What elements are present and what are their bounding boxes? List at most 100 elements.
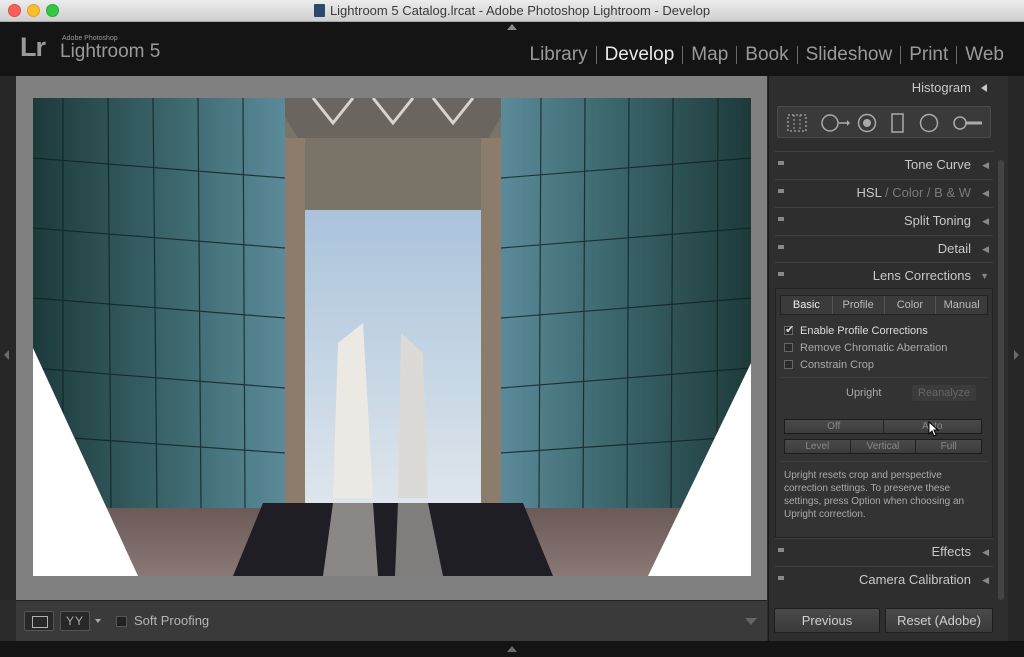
camera-calibration-label: Camera Calibration xyxy=(859,572,971,587)
soft-proofing-checkbox[interactable] xyxy=(116,616,127,627)
spot-removal-icon[interactable] xyxy=(820,113,850,133)
hsl-tab[interactable]: HSL xyxy=(857,185,882,200)
enable-profile-row[interactable]: ✔ Enable Profile Corrections xyxy=(784,324,928,337)
tab-color[interactable]: Color xyxy=(885,296,937,314)
image-canvas[interactable] xyxy=(16,76,767,600)
before-after-button[interactable]: YY xyxy=(60,611,90,631)
module-print[interactable]: Print xyxy=(901,44,956,66)
right-panel-toggle-icon[interactable] xyxy=(1014,350,1019,360)
module-library[interactable]: Library xyxy=(522,44,596,66)
expand-triangle-icon: ◀ xyxy=(982,216,989,226)
lightroom-window: Lightroom 5 Catalog.lrcat - Adobe Photos… xyxy=(0,0,1024,657)
upright-level-button[interactable]: Level xyxy=(785,440,851,453)
detail-header[interactable]: Detail ◀ xyxy=(775,235,993,261)
bw-tab[interactable]: B & W xyxy=(934,185,971,200)
lr-logo: Lr xyxy=(20,32,46,62)
panel-scrollbar[interactable] xyxy=(998,160,1004,600)
detail-label: Detail xyxy=(937,241,971,256)
radial-filter-icon[interactable] xyxy=(918,113,940,133)
collapse-triangle-icon[interactable] xyxy=(981,84,987,92)
sky xyxy=(303,208,483,508)
panel-switch-icon[interactable] xyxy=(778,272,784,276)
divider xyxy=(780,377,988,378)
graduated-filter-icon[interactable] xyxy=(890,113,906,133)
panel-switch-icon[interactable] xyxy=(778,189,784,193)
expand-triangle-icon: ◀ xyxy=(982,244,989,254)
remove-ca-row[interactable]: Remove Chromatic Aberration xyxy=(784,342,947,354)
top-panel-toggle-icon[interactable] xyxy=(507,24,517,30)
minimize-window-button[interactable] xyxy=(27,4,40,17)
module-develop[interactable]: Develop xyxy=(597,44,683,66)
expand-triangle-icon: ◀ xyxy=(982,547,989,557)
window-titlebar: Lightroom 5 Catalog.lrcat - Adobe Photos… xyxy=(0,0,1024,22)
module-slideshow[interactable]: Slideshow xyxy=(798,44,901,66)
photo-preview[interactable] xyxy=(33,98,751,576)
hsl-header[interactable]: HSL / Color / B & W ◀ xyxy=(775,179,993,205)
tab-manual[interactable]: Manual xyxy=(936,296,987,314)
filmstrip-toggle-icon[interactable] xyxy=(507,646,517,652)
chevron-down-icon[interactable] xyxy=(95,619,101,623)
left-panel-toggle-icon[interactable] xyxy=(4,350,9,360)
module-book[interactable]: Book xyxy=(737,44,796,66)
upright-full-button[interactable]: Full xyxy=(916,440,982,453)
panel-switch-icon[interactable] xyxy=(778,576,784,580)
lens-corrections-panel: Basic Profile Color Manual ✔ Enable Profi… xyxy=(775,288,993,538)
mouse-cursor-icon xyxy=(928,421,940,437)
toolbar-content-menu-icon[interactable] xyxy=(745,618,757,625)
close-window-button[interactable] xyxy=(8,4,21,17)
module-web[interactable]: Web xyxy=(957,44,1012,66)
enable-profile-checkbox[interactable]: ✔ xyxy=(784,324,795,336)
document-icon xyxy=(313,4,325,17)
histogram-header[interactable]: Histogram xyxy=(775,76,993,100)
module-map[interactable]: Map xyxy=(683,44,736,66)
remove-ca-checkbox[interactable] xyxy=(784,343,793,352)
split-toning-header[interactable]: Split Toning ◀ xyxy=(775,207,993,233)
lens-corrections-header[interactable]: Lens Corrections ▼ xyxy=(775,262,993,288)
tab-profile[interactable]: Profile xyxy=(833,296,885,314)
left-panel-edge[interactable] xyxy=(0,76,16,600)
module-picker: Library Develop Map Book Slideshow Print… xyxy=(522,42,1013,68)
camera-calibration-header[interactable]: Camera Calibration ◀ xyxy=(775,566,993,592)
hsl-separator: / xyxy=(884,185,889,200)
loupe-view-button[interactable] xyxy=(24,611,54,631)
effects-header[interactable]: Effects ◀ xyxy=(775,538,993,564)
red-eye-icon[interactable] xyxy=(856,113,878,133)
hsl-separator: / xyxy=(926,185,931,200)
develop-toolbar: YY Soft Proofing xyxy=(16,600,767,641)
soft-proofing-label: Soft Proofing xyxy=(134,613,210,628)
lens-corrections-label: Lens Corrections xyxy=(872,268,971,283)
upright-vertical-button[interactable]: Vertical xyxy=(850,440,917,453)
tone-curve-header[interactable]: Tone Curve ◀ xyxy=(775,151,993,177)
checkmark-icon: ✔ xyxy=(785,324,795,336)
panel-switch-icon[interactable] xyxy=(778,217,784,221)
tab-basic[interactable]: Basic xyxy=(781,296,833,314)
previous-button[interactable]: Previous xyxy=(774,608,880,633)
constrain-crop-row[interactable]: Constrain Crop xyxy=(784,359,874,371)
expand-triangle-icon: ◀ xyxy=(982,160,989,170)
panel-switch-icon[interactable] xyxy=(778,245,784,249)
constrain-crop-checkbox[interactable] xyxy=(784,360,793,369)
reanalyze-button[interactable]: Reanalyze xyxy=(912,385,976,401)
collapse-triangle-icon: ▼ xyxy=(980,271,989,281)
crop-overlay-icon[interactable] xyxy=(786,113,808,133)
enable-profile-label: Enable Profile Corrections xyxy=(800,325,928,337)
remove-ca-label: Remove Chromatic Aberration xyxy=(800,342,948,354)
tone-curve-label: Tone Curve xyxy=(904,157,971,172)
upright-help-text: Upright resets crop and perspective corr… xyxy=(784,470,965,520)
panel-switch-icon[interactable] xyxy=(778,161,784,165)
filmstrip-edge xyxy=(0,641,1024,657)
upright-off-button[interactable]: Off xyxy=(785,420,884,433)
split-toning-label: Split Toning xyxy=(904,213,971,228)
upright-label: Upright xyxy=(846,387,882,399)
lens-tabs: Basic Profile Color Manual xyxy=(780,295,988,315)
adjustment-brush-icon[interactable] xyxy=(952,113,986,133)
upright-row-2: Level Vertical Full xyxy=(784,439,982,454)
expand-triangle-icon: ◀ xyxy=(982,575,989,585)
maximize-window-button[interactable] xyxy=(46,4,59,17)
logo-product-name: Lightroom 5 xyxy=(60,41,161,62)
histogram-label: Histogram xyxy=(911,80,971,95)
color-tab[interactable]: Color xyxy=(892,185,923,200)
panel-switch-icon[interactable] xyxy=(778,548,784,552)
reset-button[interactable]: Reset (Adobe) xyxy=(885,608,993,633)
tool-strip xyxy=(777,106,991,138)
